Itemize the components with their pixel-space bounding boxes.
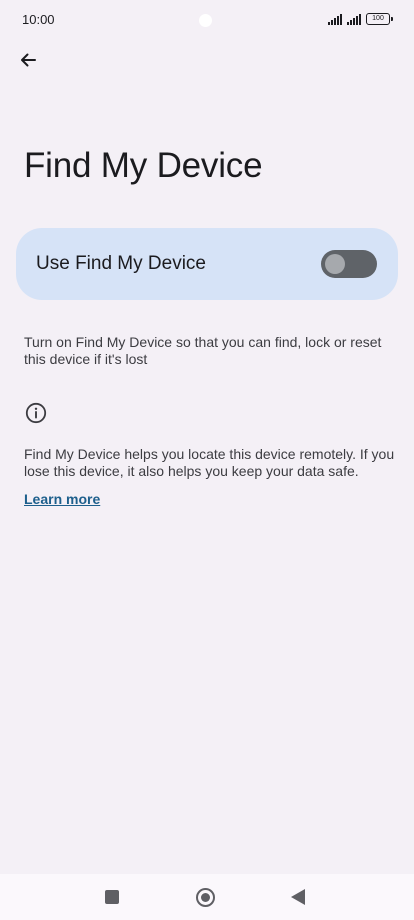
use-find-my-device-row[interactable]: Use Find My Device [16,228,398,300]
switch-thumb [325,254,345,274]
status-bar: 10:00 100 [0,0,414,40]
settings-screen: 10:00 100 Find My Device Use Find My Dev… [0,0,414,920]
back-button[interactable] [14,46,42,74]
learn-more-link[interactable]: Learn more [24,491,100,507]
arrow-left-icon [21,53,36,67]
find-my-device-switch[interactable] [321,250,377,278]
signal-icon [328,13,342,25]
toggle-label: Use Find My Device [36,253,206,274]
info-icon [25,402,47,424]
recents-button[interactable] [105,890,119,904]
battery-icon: 100 [366,13,393,25]
status-time: 10:00 [22,12,55,27]
help-text: Find My Device helps you locate this dev… [24,446,395,479]
home-button[interactable] [196,888,215,907]
navigation-bar [0,874,414,920]
status-icons: 100 [328,13,393,25]
signal-icon [347,13,361,25]
page-title: Find My Device [24,146,263,185]
nav-back-button[interactable] [291,889,305,905]
description-text: Turn on Find My Device so that you can f… [24,334,382,367]
camera-cutout [199,14,212,27]
